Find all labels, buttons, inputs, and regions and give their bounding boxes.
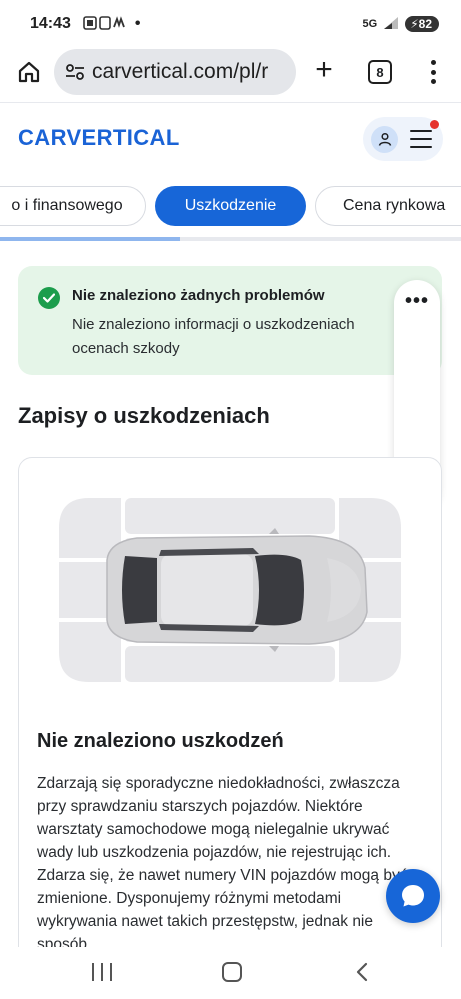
notification-dot	[430, 120, 439, 129]
no-problems-alert: Nie znaleziono żadnych problemów Nie zna…	[18, 266, 442, 375]
tabs-scroll-indicator	[0, 237, 461, 241]
no-damage-title: Nie znaleziono uszkodzeń	[37, 730, 284, 752]
alert-body: Nie znaleziono informacji o uszkodzeniac…	[72, 316, 355, 357]
damage-records-heading: Zapisy o uszkodzeniach	[18, 403, 270, 428]
car-damage-diagram	[59, 498, 401, 682]
signal-icon	[383, 16, 399, 33]
zone-right-side	[125, 646, 335, 682]
account-menu-button[interactable]	[363, 117, 443, 161]
hamburger-icon[interactable]	[410, 130, 432, 148]
home-icon[interactable]	[14, 57, 44, 87]
url-text[interactable]: carvertical.com/pl/r	[92, 60, 268, 84]
site-logo[interactable]: CARVERTICAL	[18, 125, 180, 151]
chat-icon[interactable]	[386, 869, 440, 923]
system-navigation-bar	[0, 947, 461, 999]
browser-toolbar: carvertical.com/pl/r + 8	[0, 48, 461, 98]
status-bar: 14:43 • 5G ⚡82	[0, 0, 461, 48]
zone-left-side	[125, 498, 335, 534]
status-time: 14:43	[30, 15, 71, 32]
tune-icon[interactable]	[64, 61, 86, 83]
battery-indicator: ⚡82	[405, 16, 439, 32]
check-circle-icon	[38, 287, 60, 309]
more-vert-icon[interactable]	[426, 58, 440, 86]
plus-icon[interactable]: +	[309, 55, 339, 86]
address-bar[interactable]: carvertical.com/pl/r	[54, 49, 296, 95]
home-nav-icon[interactable]	[222, 962, 242, 982]
damage-card: Nie znaleziono uszkodzeń Zdarzają się sp…	[18, 457, 442, 999]
recent-apps-icon[interactable]	[92, 963, 112, 981]
alert-title: Nie znaleziono żadnych problemów	[72, 287, 325, 304]
status-extra-dot: •	[134, 15, 141, 32]
tab-finansowe[interactable]: o i finansowego	[0, 186, 146, 226]
site-header: CARVERTICAL	[0, 103, 461, 171]
back-icon[interactable]	[352, 961, 374, 983]
tab-uszkodzenie[interactable]: Uszkodzenie	[155, 186, 306, 226]
tabs-scroll-indicator-fill	[0, 237, 180, 241]
tab-switcher-button[interactable]: 8	[368, 60, 392, 84]
user-icon[interactable]	[371, 125, 398, 153]
no-damage-description: Zdarzają się sporadyczne niedokładności,…	[37, 775, 408, 953]
notification-icons	[83, 15, 127, 33]
car-top-view	[106, 528, 368, 652]
more-horiz-icon[interactable]: •••	[394, 290, 440, 313]
tab-cena-rynkowa[interactable]: Cena rynkowa	[315, 186, 461, 226]
network-type: 5G	[362, 18, 378, 30]
battery-level: 82	[418, 17, 432, 31]
section-tabs: o i finansowego Uszkodzenie Cena rynkowa	[0, 186, 461, 226]
